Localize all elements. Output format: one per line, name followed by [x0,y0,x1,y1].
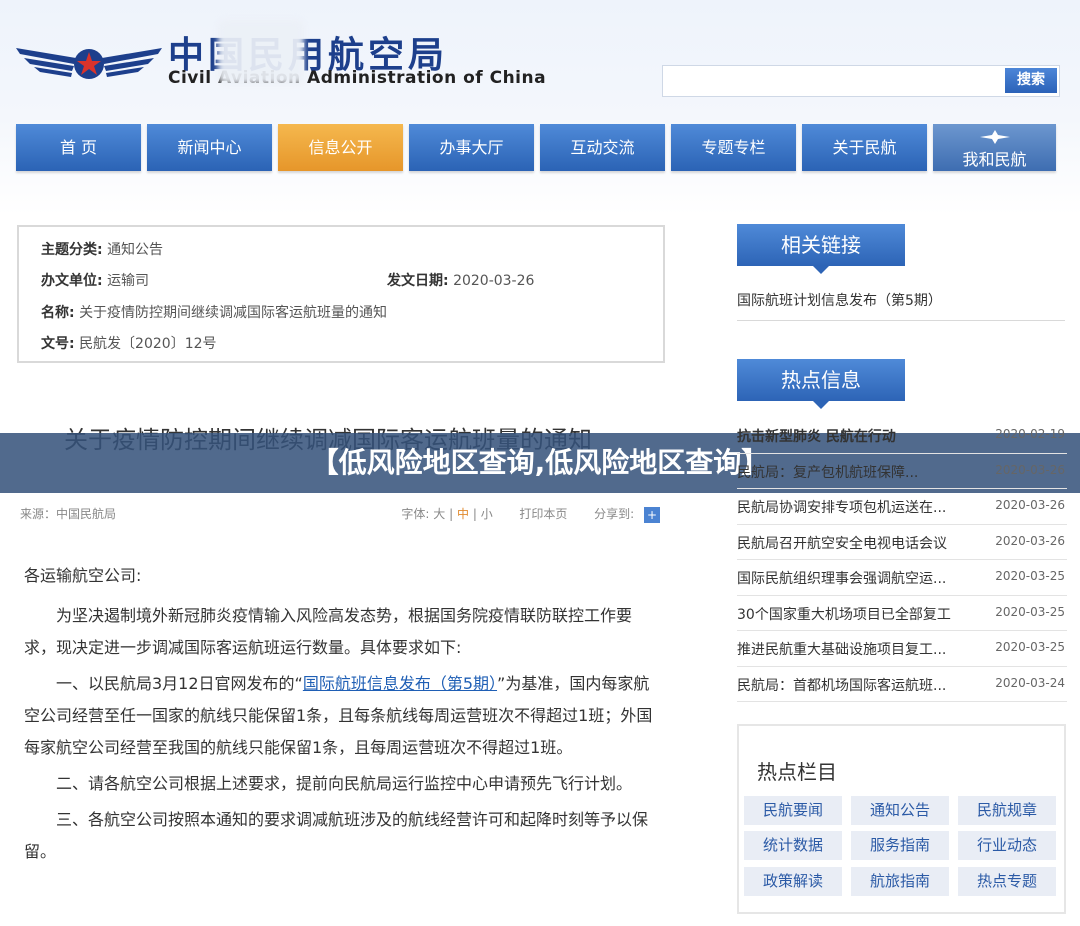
info-date-value: 2020-03-26 [453,273,535,289]
article-source: 来源：中国民航局 [20,507,117,521]
list-item[interactable]: 民航局：复产包机航班保障... 2020-03-26 [737,454,1067,489]
info-name: 名称: 关于疫情防控期间继续调减国际客运航班量的通知 [41,302,387,322]
column-link[interactable]: 民航要闻 [744,796,842,825]
info-date-label: 发文日期: [387,273,449,289]
caac-wings-logo[interactable] [14,30,164,90]
related-links-heading: 相关链接 [737,224,905,274]
info-category-value: 通知公告 [107,242,164,258]
column-link[interactable]: 统计数据 [744,831,842,860]
article-paragraph-4: 三、各航空公司按照本通知的要求调减航班涉及的航线经营许可和起降时刻等予以保留。 [24,810,649,861]
info-number-value: 民航发〔2020〕12号 [79,336,217,352]
document-info-box: 主题分类: 通知公告 办文单位: 运输司 发文日期: 2020-03-26 名称… [17,225,665,363]
list-item[interactable]: 民航局协调安排专项包机运送在... 2020-03-26 [737,489,1067,525]
article-paragraph-3: 二、请各航空公司根据上述要求，提前向民航局运行监控中心申请预先飞行计划。 [56,774,633,793]
hot-item-title: 民航局：首都机场国际客运航班... [737,677,947,694]
hot-item-title: 民航局协调安排专项包机运送在... [737,500,947,516]
list-item[interactable]: 推进民航重大基础设施项目复工... 2020-03-25 [737,631,1067,667]
blur-overlay [218,20,304,84]
article-greeting: 各运输航空公司: [24,566,142,585]
nav-me-and-caac[interactable]: 我和民航 [933,124,1056,171]
related-link-item[interactable]: 国际航班计划信息发布（第5期） [737,290,1065,321]
list-item[interactable]: 30个国家重大机场项目已全部复工 2020-03-25 [737,596,1067,631]
column-link[interactable]: 民航规章 [958,796,1056,825]
list-item[interactable]: 国际民航组织理事会强调航空运... 2020-03-25 [737,560,1067,596]
info-category-label: 主题分类: [41,242,103,258]
column-link[interactable]: 通知公告 [851,796,949,825]
info-number-label: 文号: [41,336,75,352]
info-name-label: 名称: [41,305,75,321]
column-link[interactable]: 行业动态 [958,831,1056,860]
nav-special-topics[interactable]: 专题专栏 [671,124,796,171]
info-office: 办文单位: 运输司 [41,270,149,290]
hot-item-title: 民航局：复产包机航班保障... [737,464,919,481]
hot-item-date: 2020-02-19 [995,427,1065,441]
list-item[interactable]: 民航局：首都机场国际客运航班... 2020-03-24 [737,667,1067,702]
article-paragraph-1: 为坚决遏制境外新冠肺炎疫情输入风险高发态势，根据国务院疫情联防联控工作要求，现决… [24,606,633,657]
nav-about[interactable]: 关于民航 [802,124,927,171]
separator: | [472,507,477,521]
font-large-button[interactable]: 大 [433,507,445,521]
list-item[interactable]: 抗击新型肺炎 民航在行动 2020-02-19 [737,418,1067,454]
flight-info-link[interactable]: 国际航班信息发布（第5期） [303,674,497,693]
hot-item-date: 2020-03-24 [995,675,1065,690]
hot-item-date: 2020-03-25 [995,604,1065,619]
nav-interaction[interactable]: 互动交流 [540,124,665,171]
share-plus-icon[interactable]: + [644,506,660,523]
info-office-value: 运输司 [107,273,150,289]
hot-columns-box: 热点栏目 民航要闻 通知公告 民航规章 统计数据 服务指南 行业动态 政策解读 … [737,724,1066,914]
info-number: 文号: 民航发〔2020〕12号 [41,333,217,353]
hot-item-title: 推进民航重大基础设施项目复工... [737,642,947,658]
font-size-label: 字体: [401,507,430,521]
hot-item-title: 民航局召开航空安全电视电话会议 [737,535,947,552]
font-medium-button[interactable]: 中 [457,507,469,521]
airplane-icon [980,130,1010,144]
hot-item-title: 国际民航组织理事会强调航空运... [737,571,947,587]
site-header: 中国民用航空局 Civil Aviation Administration of… [0,0,1080,215]
article-paragraph-2: 一、以民航局3月12日官网发布的“国际航班信息发布（第5期）”为基准，国内每家航… [24,668,656,764]
info-name-value: 关于疫情防控期间继续调减国际客运航班量的通知 [79,305,388,321]
column-link[interactable]: 政策解读 [744,867,842,896]
column-link[interactable]: 服务指南 [851,831,949,860]
hot-item-date: 2020-03-25 [995,640,1065,654]
info-category: 主题分类: 通知公告 [41,239,163,259]
hot-info-heading: 热点信息 [737,359,905,409]
separator: | [449,507,454,521]
hot-info-list: 抗击新型肺炎 民航在行动 2020-02-19 民航局：复产包机航班保障... 20… [737,418,1067,702]
hot-item-date: 2020-03-25 [995,569,1065,583]
info-date: 发文日期: 2020-03-26 [387,270,534,290]
nav-info-disclosure[interactable]: 信息公开 [278,124,403,171]
paragraph-2-prefix: 一、以民航局3月12日官网发布的“ [56,674,303,693]
hot-item-date: 2020-03-26 [995,462,1065,477]
nav-news-center[interactable]: 新闻中心 [147,124,272,171]
nav-home[interactable]: 首 页 [16,124,141,171]
hot-item-title: 30个国家重大机场项目已全部复工 [737,606,951,623]
print-button[interactable]: 打印本页 [519,507,567,521]
search-button[interactable]: 搜索 [1005,68,1057,93]
list-item[interactable]: 民航局召开航空安全电视电话会议 2020-03-26 [737,525,1067,560]
hot-item-date: 2020-03-26 [995,498,1065,512]
font-small-button[interactable]: 小 [481,507,493,521]
hot-item-title: 抗击新型肺炎 民航在行动 [737,429,896,445]
hot-columns-title: 热点栏目 [757,760,837,784]
column-link[interactable]: 热点专题 [958,867,1056,896]
nav-service-hall[interactable]: 办事大厅 [409,124,534,171]
article-body: 各运输航空公司: 为坚决遏制境外新冠肺炎疫情输入风险高发态势，根据国务院疫情联防… [24,560,656,872]
article-tools: 字体: 大 | 中 | 小 打印本页 分享到: + [401,505,660,523]
column-link[interactable]: 航旅指南 [851,867,949,896]
info-office-label: 办文单位: [41,273,103,289]
nav-me-and-caac-label: 我和民航 [962,150,1027,169]
search-input[interactable] [662,65,1060,97]
hot-item-date: 2020-03-26 [995,533,1065,548]
share-label: 分享到: [594,507,635,521]
main-nav: 首 页 新闻中心 信息公开 办事大厅 互动交流 专题专栏 关于民航 我和民航 [16,124,1056,172]
